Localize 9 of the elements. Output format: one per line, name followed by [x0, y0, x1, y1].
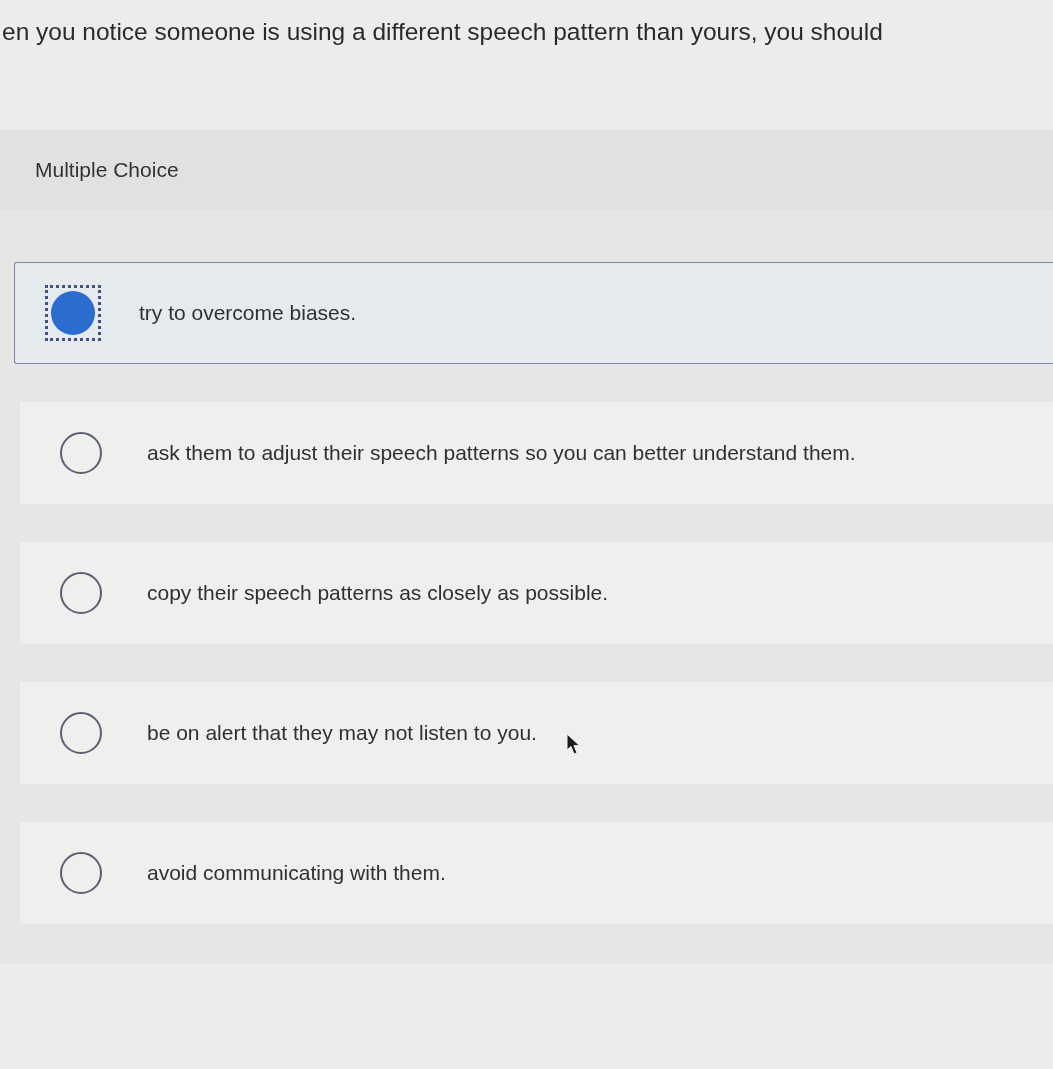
answer-option-text[interactable]: copy their speech patterns as closely as possible.: [147, 577, 609, 609]
question-type-label: Multiple Choice: [35, 157, 179, 184]
answer-option-text[interactable]: be on alert that they may not listen to you.: [147, 717, 537, 749]
question-text: en you notice someone is using a different speech pattern than yours, you should: [2, 18, 883, 45]
answer-option-text[interactable]: try to overcome biases.: [139, 297, 357, 329]
radio-button[interactable]: [45, 285, 101, 341]
answer-option-text[interactable]: avoid communicating with them.: [147, 857, 446, 889]
answer-option-text[interactable]: ask them to adjust their speech patterns so you can better understand them.: [147, 437, 856, 469]
mouse-pointer-icon: [566, 733, 581, 756]
